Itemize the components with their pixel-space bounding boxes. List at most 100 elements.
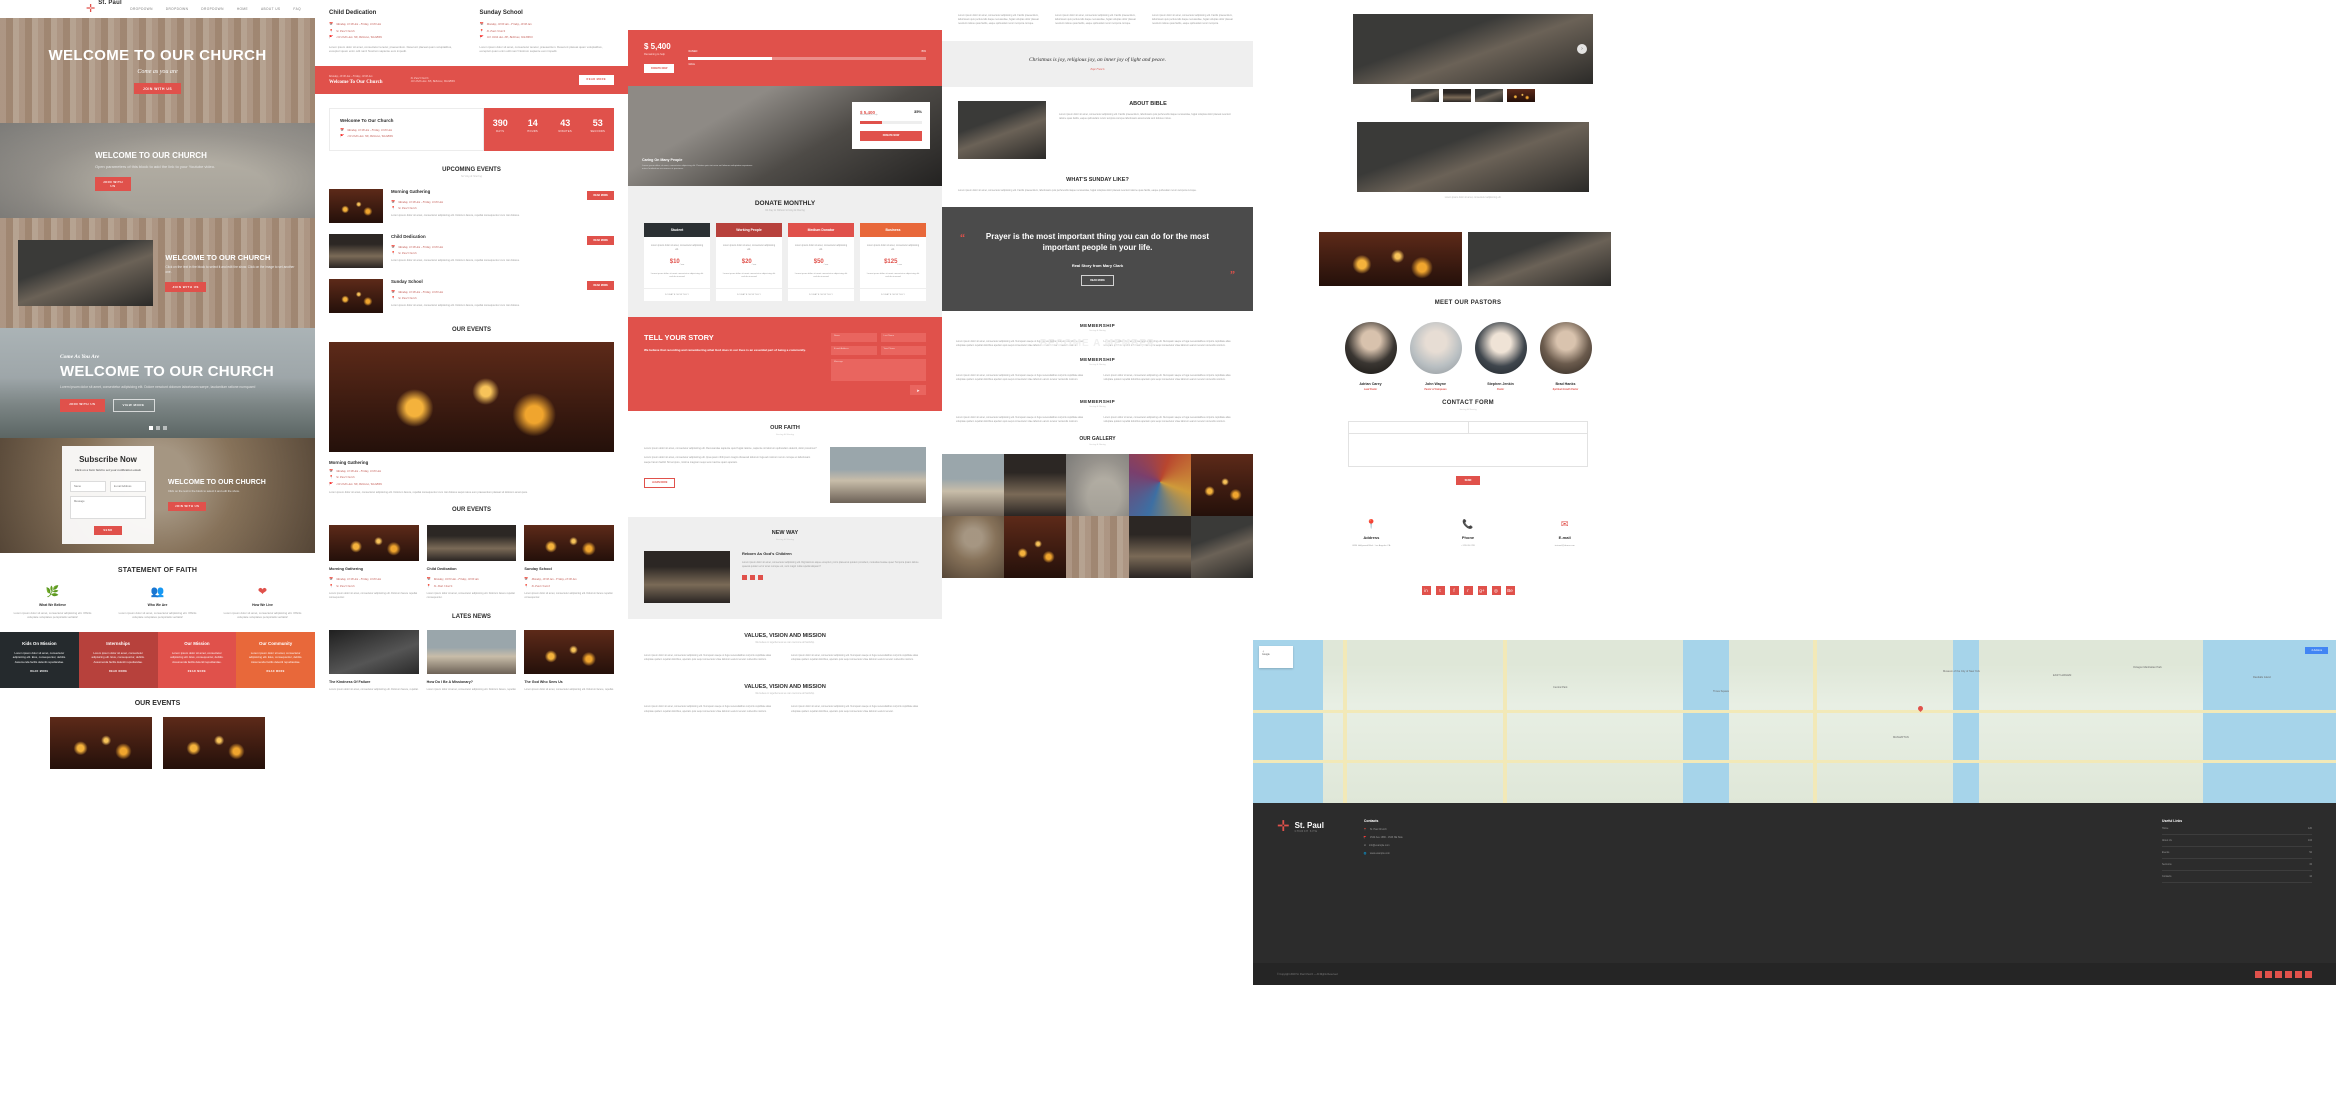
plan-footer[interactable]: DONATE MONTHLY bbox=[860, 288, 926, 301]
main-navigation[interactable]: DROPDOWN DROPDOWN DROPDOWN HOME ABOUT US… bbox=[130, 7, 307, 11]
footer-link[interactable]: Events 52 bbox=[2162, 847, 2312, 859]
quad-read-more[interactable]: READ MORE bbox=[8, 670, 71, 673]
new-way-social[interactable] bbox=[742, 575, 926, 581]
upcoming-read-more[interactable]: READ MORE bbox=[587, 280, 614, 290]
pastor-card[interactable]: Adrian Carey Lead Pastor bbox=[1344, 322, 1397, 391]
trio-item[interactable]: Child Dedication 📅 Monday, 10:00 Am - Fri… bbox=[426, 525, 517, 600]
twitter-icon[interactable] bbox=[750, 575, 755, 581]
map-zoom-control[interactable]: ＋ Google bbox=[1259, 646, 1293, 668]
our-faith-learn-more[interactable]: LEARN MORE bbox=[644, 477, 676, 488]
footer-contact-line[interactable]: www.example.com bbox=[1370, 852, 1390, 855]
send-icon[interactable]: ➤ bbox=[910, 385, 926, 395]
linkedin-icon[interactable]: in bbox=[1421, 586, 1431, 595]
story-email-input[interactable]: E-mail Address bbox=[831, 346, 877, 355]
gallery-cell[interactable] bbox=[942, 516, 1005, 579]
footer-link[interactable]: Home 120 bbox=[2162, 823, 2312, 835]
googleplus-icon[interactable] bbox=[2295, 970, 2302, 978]
story-phone-input[interactable]: Your Phone bbox=[880, 346, 926, 355]
upcoming-item[interactable]: Morning Gathering 📅 Monday, 10:00 Am - Fr… bbox=[329, 188, 614, 223]
pastor-card[interactable]: Brad Hanks Spiritual Growth Pastor bbox=[1539, 322, 1592, 391]
footer-link[interactable]: About Us 104 bbox=[2162, 835, 2312, 847]
hero-1-cta[interactable]: JOIN WITH US bbox=[133, 83, 182, 94]
gallery-cell[interactable] bbox=[1004, 516, 1067, 579]
bible-slider-thumbs[interactable] bbox=[1353, 89, 1593, 102]
facebook-icon[interactable] bbox=[742, 575, 747, 581]
contact-send-button[interactable]: SEND bbox=[1455, 476, 1481, 485]
gallery-cell[interactable] bbox=[942, 454, 1005, 517]
story-lastname-input[interactable]: Last Name bbox=[880, 333, 926, 342]
news-item[interactable]: The God Who Sees Us Lorem ipsum dolor si… bbox=[524, 629, 615, 692]
trio-item[interactable]: Morning Gathering 📅 Monday, 10:00 Am - Fr… bbox=[329, 525, 419, 600]
story-name-input[interactable]: Name bbox=[831, 333, 877, 342]
upcoming-read-more[interactable]: READ MORE bbox=[587, 235, 614, 245]
upcoming-read-more[interactable]: READ MORE bbox=[587, 190, 614, 200]
plan-medium-donator[interactable]: Medium Donator Lorem ipsum dolor sit ame… bbox=[788, 223, 854, 301]
contact-field-message[interactable] bbox=[1349, 434, 1587, 467]
gallery-cell[interactable] bbox=[1066, 516, 1129, 579]
upcoming-item[interactable]: Sunday School 📅 Monday, 10:00 Am - Friday… bbox=[329, 278, 614, 313]
news-item[interactable]: How Do I Be A Missionary? Lorem ipsum do… bbox=[426, 629, 517, 692]
contact-field-email[interactable] bbox=[1468, 422, 1587, 434]
footer-contact-line[interactable]: info@example.com bbox=[1369, 844, 1390, 847]
pastor-card[interactable]: John Wayne Pastor of Campuses bbox=[1409, 322, 1462, 391]
hero-4-cta-primary[interactable]: JOIN WITH US bbox=[60, 398, 105, 412]
pastor-card[interactable]: Stephen Jenkin Pastor bbox=[1474, 322, 1527, 391]
slider-dot-1[interactable] bbox=[148, 426, 153, 430]
hero-3-cta[interactable]: JOIN WITH US bbox=[165, 281, 206, 292]
slider-thumb[interactable] bbox=[1475, 89, 1503, 102]
gallery-cell[interactable] bbox=[1004, 454, 1067, 517]
behance-icon[interactable]: Be bbox=[1505, 586, 1515, 595]
nav-item-home[interactable]: HOME bbox=[237, 7, 248, 11]
event-thumb[interactable] bbox=[163, 716, 265, 769]
quad-our-community[interactable]: Our Community Lorem ipsum dolor sit amet… bbox=[236, 631, 315, 688]
plan-student[interactable]: Student Lorem ipsum dolor sit amet, cons… bbox=[644, 223, 710, 301]
quad-our-mission[interactable]: Our Mission Lorem ipsum dolor sit amet, … bbox=[157, 631, 237, 688]
footer-link[interactable]: Sermons 34 bbox=[2162, 859, 2312, 871]
nav-item-about[interactable]: ABOUT US bbox=[261, 7, 280, 11]
gallery-cell[interactable] bbox=[1128, 516, 1191, 579]
linkedin-icon[interactable] bbox=[2255, 970, 2262, 978]
chevron-right-icon[interactable]: › bbox=[1577, 44, 1587, 54]
footer-link[interactable]: Contacts 12 bbox=[2162, 871, 2312, 883]
quad-read-more[interactable]: READ MORE bbox=[87, 670, 150, 673]
plan-working-people[interactable]: Working People Lorem ipsum dolor sit ame… bbox=[716, 223, 782, 301]
story-form[interactable]: Name Last Name E-mail Address Your Phone… bbox=[831, 333, 926, 395]
subscribe-form[interactable]: Subscribe Now Click on a form field to s… bbox=[62, 446, 154, 544]
nav-item-faq[interactable]: FAQ bbox=[293, 7, 301, 11]
twitter-icon[interactable]: t bbox=[1435, 586, 1445, 595]
facebook-icon[interactable]: f bbox=[1449, 586, 1459, 595]
gallery-cell[interactable] bbox=[1190, 516, 1253, 579]
hero-4-cta-secondary[interactable]: VIEW MORE bbox=[112, 398, 155, 412]
rss-icon[interactable] bbox=[2285, 970, 2292, 978]
instagram-icon[interactable] bbox=[2305, 970, 2312, 978]
googleplus-icon[interactable]: g+ bbox=[1477, 586, 1487, 595]
plan-business[interactable]: Business Lorem ipsum dolor sit amet, con… bbox=[860, 223, 926, 301]
subscribe-message-input[interactable] bbox=[70, 496, 146, 519]
googleplus-icon[interactable] bbox=[758, 575, 763, 581]
contact-form-box[interactable] bbox=[1348, 421, 1588, 467]
map-widget[interactable]: ＋ Google 2 Actions Central Park Times Squ… bbox=[1253, 640, 2336, 803]
hero-5-cta[interactable]: JOIN WITH US bbox=[168, 501, 207, 511]
nav-item-dropdown-2[interactable]: DROPDOWN bbox=[166, 7, 189, 11]
quad-kids-on-mission[interactable]: Kids On Mission Lorem ipsum dolor sit am… bbox=[0, 631, 79, 688]
quad-read-more[interactable]: READ MORE bbox=[166, 670, 229, 673]
slider-thumb[interactable] bbox=[1411, 89, 1439, 102]
prayer-read-more[interactable]: READ MORE bbox=[1081, 274, 1114, 286]
pair-image[interactable] bbox=[1319, 232, 1462, 286]
our-events-big-image[interactable] bbox=[329, 341, 614, 452]
subscribe-email-input[interactable] bbox=[110, 481, 146, 492]
subscribe-name-input[interactable] bbox=[70, 481, 106, 492]
donate-now-button[interactable]: DONATE NOW bbox=[644, 64, 675, 73]
gallery-cell[interactable] bbox=[1066, 454, 1129, 517]
slider-dot-3[interactable] bbox=[162, 426, 167, 430]
nav-item-dropdown-3[interactable]: DROPDOWN bbox=[201, 7, 224, 11]
plan-footer[interactable]: DONATE MONTHLY bbox=[644, 288, 710, 301]
plan-footer[interactable]: DONATE MONTHLY bbox=[716, 288, 782, 301]
upcoming-item[interactable]: Child Dedication 📅 Monday, 10:00 Am - Fri… bbox=[329, 233, 614, 268]
slider-thumb[interactable] bbox=[1507, 89, 1535, 102]
facebook-icon[interactable] bbox=[2275, 970, 2282, 978]
gallery-cell[interactable] bbox=[1128, 454, 1191, 517]
contact-field-name[interactable] bbox=[1349, 422, 1469, 434]
donate-card-button[interactable]: DONATE NOW bbox=[860, 130, 922, 141]
trio-item[interactable]: Sunday School 📅 Monday, 10:00 Am - Friday… bbox=[524, 525, 615, 600]
